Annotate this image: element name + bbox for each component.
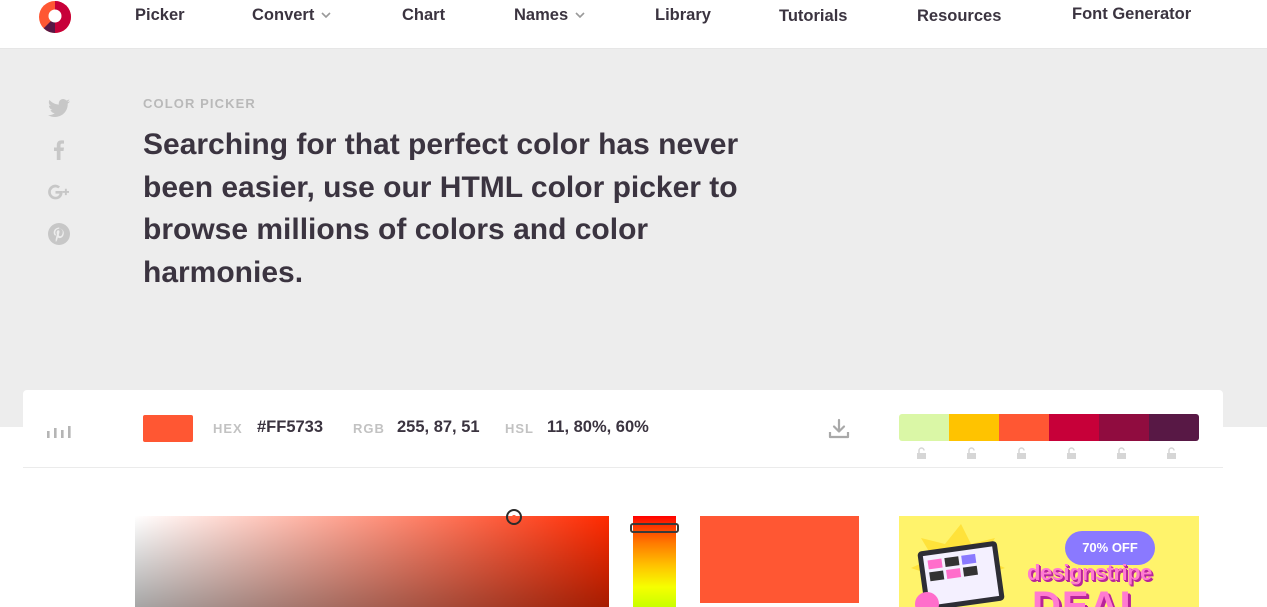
hsl-value[interactable]: 11, 80%, 60%: [547, 418, 649, 437]
palette-swatch[interactable]: [999, 414, 1049, 441]
unlock-icon[interactable]: [1165, 446, 1179, 460]
unlock-icon[interactable]: [965, 446, 979, 460]
palette-swatch[interactable]: [899, 414, 949, 441]
twitter-icon[interactable]: [47, 96, 71, 120]
chevron-down-icon: [321, 12, 331, 18]
unlock-icon[interactable]: [1065, 446, 1079, 460]
nav-library[interactable]: Library: [655, 6, 711, 25]
color-preview: [700, 516, 859, 603]
nav-font-generator-label: Font Generator: [1072, 5, 1192, 23]
nav-font-generator[interactable]: Font Generator: [1072, 5, 1191, 24]
current-color-swatch[interactable]: [143, 415, 193, 442]
nav-resources-label: Resources: [917, 7, 1002, 25]
nav-resources[interactable]: Resources: [917, 7, 1001, 26]
nav-convert[interactable]: Convert: [252, 6, 331, 25]
google-plus-icon[interactable]: [47, 180, 71, 204]
download-icon[interactable]: [827, 418, 851, 440]
laptop-illustration: [911, 524, 1005, 607]
hex-label: HEX: [213, 421, 243, 436]
nav-tutorials-label: Tutorials: [779, 7, 848, 25]
palette-swatch[interactable]: [1149, 414, 1199, 441]
nav-library-label: Library: [655, 6, 711, 24]
hue-slider-handle[interactable]: [630, 523, 679, 533]
card-divider: [23, 467, 1223, 468]
facebook-icon[interactable]: [47, 138, 71, 162]
color-palette: [899, 414, 1199, 441]
bars-icon[interactable]: [47, 424, 72, 438]
palette-swatch[interactable]: [1099, 414, 1149, 441]
nav-picker[interactable]: Picker: [135, 6, 185, 25]
palette-swatch[interactable]: [1049, 414, 1099, 441]
nav-names-label: Names: [514, 6, 569, 24]
nav-convert-label: Convert: [252, 6, 315, 24]
logo-icon[interactable]: [38, 0, 72, 34]
section-eyebrow: COLOR PICKER: [143, 96, 256, 111]
nav-chart[interactable]: Chart: [402, 6, 445, 25]
ad-headline: DEAL: [1032, 584, 1145, 607]
ad-brand-name: designstripe: [1027, 560, 1152, 585]
unlock-icon[interactable]: [1115, 446, 1129, 460]
nav-picker-label: Picker: [135, 6, 185, 24]
rgb-label: RGB: [353, 421, 385, 436]
top-navigation: Picker Convert Chart Names Library Tutor…: [0, 0, 1267, 49]
color-picker-handle[interactable]: [506, 509, 522, 525]
unlock-icon[interactable]: [915, 446, 929, 460]
unlock-icon[interactable]: [1015, 446, 1029, 460]
pinterest-icon[interactable]: [47, 222, 71, 246]
palette-swatch[interactable]: [949, 414, 999, 441]
nav-chart-label: Chart: [402, 6, 446, 24]
hex-value[interactable]: #FF5733: [257, 418, 323, 437]
saturation-brightness-area[interactable]: [135, 516, 609, 607]
hsl-label: HSL: [505, 421, 534, 436]
hero-headline: Searching for that perfect color has nev…: [143, 128, 739, 289]
chevron-down-icon: [575, 12, 585, 18]
rgb-value[interactable]: 255, 87, 51: [397, 418, 480, 437]
nav-tutorials[interactable]: Tutorials: [779, 7, 847, 26]
advertisement-banner[interactable]: 70% OFF designstripe DEAL: [899, 516, 1199, 607]
nav-names[interactable]: Names: [514, 6, 585, 25]
